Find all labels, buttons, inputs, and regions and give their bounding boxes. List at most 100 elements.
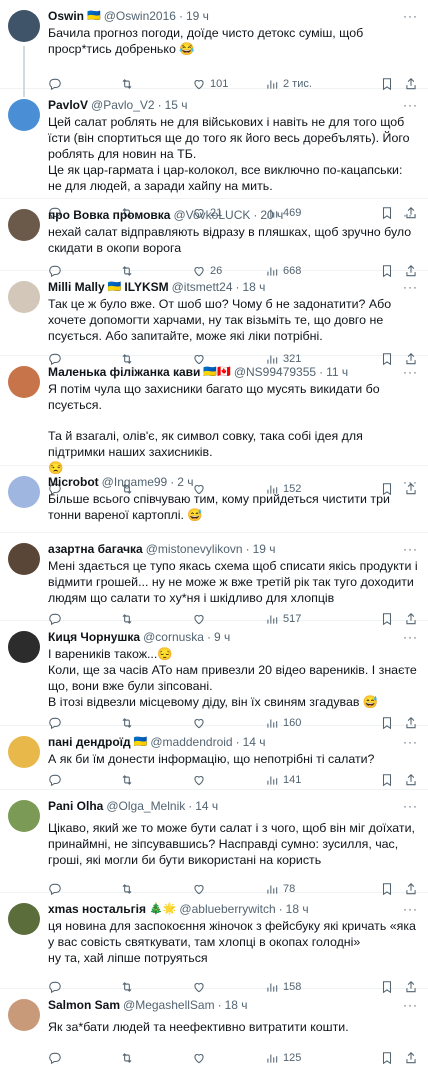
bookmark-button[interactable]: [380, 773, 394, 787]
author-handle[interactable]: @VovkoLUCK: [173, 207, 250, 223]
tweet[interactable]: азартна багачка @mistonevylikovn · 19 ч …: [0, 533, 428, 626]
more-options-icon[interactable]: ···: [399, 279, 418, 295]
more-options-icon[interactable]: ···: [399, 364, 418, 380]
author-handle[interactable]: @Olga_Melnik: [106, 798, 185, 814]
separator-dot: ·: [217, 998, 222, 1012]
tweet[interactable]: пані дендроїд 🇺🇦 @maddendroid · 14 ч ···…: [0, 726, 428, 790]
bookmark-button[interactable]: [380, 1051, 394, 1065]
tweet[interactable]: Salmon Sam @MegashellSam · 18 ч ··· Як з…: [0, 989, 428, 1066]
tweet-text: І вареників також...😔 Коли, ще за часів …: [48, 646, 418, 710]
tweet[interactable]: xmas ностальгія 🎄🌟 @ablueberrywitch · 18…: [0, 893, 428, 994]
views-button[interactable]: 125: [265, 1051, 343, 1065]
author-handle[interactable]: @Oswin2016: [104, 8, 176, 24]
more-options-icon[interactable]: ···: [399, 474, 418, 490]
more-options-icon[interactable]: ···: [399, 207, 418, 223]
like-button[interactable]: [192, 773, 265, 787]
retweet-button[interactable]: [120, 773, 192, 787]
author-name[interactable]: Milli Mally: [48, 279, 105, 295]
tweet[interactable]: про Вовка промовка @VovkoLUCK · 20 ч ···…: [0, 199, 428, 278]
timestamp[interactable]: 11 ч: [326, 364, 348, 380]
like-icon: [194, 1054, 204, 1064]
avatar[interactable]: [8, 209, 40, 241]
timestamp[interactable]: 14 ч: [195, 798, 218, 814]
avatar[interactable]: [8, 736, 40, 768]
avatar[interactable]: [8, 999, 40, 1031]
author-handle[interactable]: @itsmett24: [172, 279, 233, 295]
more-options-icon[interactable]: ···: [399, 541, 418, 557]
retweet-button[interactable]: [120, 1051, 192, 1065]
timestamp[interactable]: 19 ч: [186, 8, 209, 24]
action-tail: [380, 773, 418, 787]
tweet-text-line: Як за*бати людей та неефективно витратит…: [48, 1020, 349, 1034]
author-name[interactable]: Киця Чорнушка: [48, 629, 140, 645]
avatar[interactable]: [8, 281, 40, 313]
tweet-text: Мені здається це тупо якась схема щоб сп…: [48, 558, 418, 606]
author-name[interactable]: азартна багачка: [48, 541, 143, 557]
author-handle[interactable]: @maddendroid: [150, 734, 232, 750]
like-button[interactable]: [192, 1051, 265, 1065]
reply-button[interactable]: [48, 773, 120, 787]
bookmark-icon: [382, 774, 392, 787]
tweet-text: Бачила прогноз погоди, доїде чисто деток…: [48, 25, 418, 57]
timestamp[interactable]: 18 ч: [286, 901, 309, 917]
share-button[interactable]: [404, 773, 418, 787]
avatar[interactable]: [8, 99, 40, 131]
timestamp[interactable]: 9 ч: [214, 629, 230, 645]
author-name[interactable]: Microbot: [48, 474, 99, 490]
author-handle[interactable]: @mistonevylikovn: [146, 541, 243, 557]
tweet[interactable]: PavloV @Pavlo_V2 · 15 ч ··· Цей салат ро…: [0, 89, 428, 220]
tweet[interactable]: Milli Mally 🇺🇦 ILYKSM @itsmett24 · 18 ч …: [0, 271, 428, 366]
tweet[interactable]: Pani Olha @Olga_Melnik · 14 ч ··· Цікаво…: [0, 790, 428, 896]
thread-line: [23, 89, 25, 97]
author-name[interactable]: Pani Olha: [48, 798, 103, 814]
timestamp[interactable]: 2 ч: [177, 474, 193, 490]
author-handle[interactable]: @Ingame99: [102, 474, 168, 490]
avatar[interactable]: [8, 903, 40, 935]
avatar[interactable]: [8, 366, 40, 398]
author-handle[interactable]: @cornuska: [143, 629, 204, 645]
timestamp[interactable]: 14 ч: [243, 734, 266, 750]
tweet[interactable]: Microbot @Ingame99 · 2 ч ··· Більше всьо…: [0, 466, 428, 533]
more-options-icon[interactable]: ···: [399, 798, 418, 814]
author-handle[interactable]: @Pavlo_V2: [91, 97, 155, 113]
timestamp[interactable]: 19 ч: [253, 541, 276, 557]
avatar[interactable]: [8, 476, 40, 508]
more-options-icon[interactable]: ···: [399, 734, 418, 750]
more-options-icon[interactable]: ···: [399, 901, 418, 917]
avatar[interactable]: [8, 10, 40, 42]
views-icon: [267, 776, 278, 785]
author-name[interactable]: про Вовка промовка: [48, 207, 170, 223]
more-options-icon[interactable]: ···: [399, 997, 418, 1013]
tweet-text-line: В ітозі відвезли місцевому діду, він їх …: [48, 695, 379, 709]
tweet[interactable]: Киця Чорнушка @cornuska · 9 ч ··· І варе…: [0, 621, 428, 730]
views-button[interactable]: 141: [265, 773, 343, 787]
author-name[interactable]: Oswin: [48, 8, 84, 24]
tweet-text-line: І вареників також...😔: [48, 647, 173, 661]
more-options-icon[interactable]: ···: [399, 629, 418, 645]
author-name[interactable]: Маленька філіжанка кави: [48, 364, 200, 380]
tweet-text-line: Та й взагалі, олів'є, як символ совку, т…: [48, 429, 363, 459]
tweet[interactable]: Oswin 🇺🇦 @Oswin2016 · 19 ч ··· Бачила пр…: [0, 0, 428, 91]
author-name[interactable]: Salmon Sam: [48, 997, 120, 1013]
reply-button[interactable]: [48, 1051, 120, 1065]
author-name[interactable]: PavloV: [48, 97, 88, 113]
avatar[interactable]: [8, 800, 40, 832]
avatar[interactable]: [8, 543, 40, 575]
tweet[interactable]: Маленька філіжанка кави 🇺🇦🇨🇦 @NS99479355…: [0, 356, 428, 496]
share-button[interactable]: [404, 1051, 418, 1065]
timestamp[interactable]: 18 ч: [243, 279, 266, 295]
author-handle[interactable]: @MegashellSam: [123, 997, 215, 1013]
author-handle[interactable]: @ablueberrywitch: [179, 901, 275, 917]
timestamp[interactable]: 18 ч: [225, 997, 248, 1013]
author-handle[interactable]: @NS99479355: [234, 364, 316, 380]
author-name[interactable]: пані дендроїд: [48, 734, 131, 750]
tweet-text-line: Більше всього співчуваю тим, кому прийде…: [48, 492, 390, 522]
more-options-icon[interactable]: ···: [399, 97, 418, 113]
more-options-icon[interactable]: ···: [399, 8, 418, 24]
flag-badge: 🇺🇦: [87, 10, 101, 22]
timestamp[interactable]: 15 ч: [165, 97, 188, 113]
author-name[interactable]: xmas ностальгія: [48, 901, 146, 917]
like-icon: [194, 776, 204, 786]
avatar[interactable]: [8, 631, 40, 663]
timestamp[interactable]: 20 ч: [260, 207, 283, 223]
